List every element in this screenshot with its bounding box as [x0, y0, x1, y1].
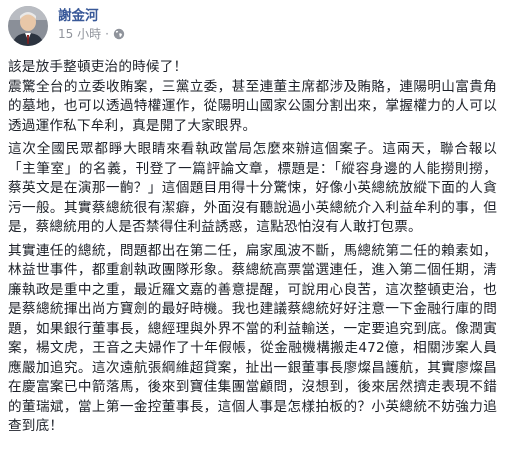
avatar[interactable] — [8, 6, 48, 46]
post-body: 該是放手整頓吏治的時候了！ 震驚全台的立委收賄案，三黨立委，甚至連董主席都涉及賄… — [8, 58, 501, 437]
meta-separator: · — [105, 27, 109, 41]
author-name[interactable]: 謝金河 — [58, 6, 125, 26]
timestamp-row: 15 小時 · — [58, 26, 125, 42]
post-header: 謝金河 15 小時 · — [8, 4, 501, 58]
post-meta: 謝金河 15 小時 · — [58, 4, 125, 42]
post-paragraph-3: 其實連任的總統，問題都出在第二任，扁家風波不斷，馬總統第二任的賴素如，林益世事件… — [8, 242, 497, 435]
globe-icon[interactable] — [113, 28, 125, 40]
post-paragraph-2: 這次全國民眾都睜大眼睛來看執政當局怎麼來辦這個案子。這兩天，聯合報以「主筆室」的… — [8, 141, 497, 235]
avatar-image — [8, 6, 48, 46]
facebook-post: 謝金河 15 小時 · 該是放手整頓吏治的時候了！ 震驚全台的立委收賄案，三黨立… — [0, 0, 509, 464]
post-paragraph-1: 震驚全台的立委收賄案，三黨立委，甚至連董主席都涉及賄賂，連陽明山富貴角的墓地，也… — [8, 78, 497, 134]
post-timestamp[interactable]: 15 小時 — [58, 26, 101, 42]
post-headline: 該是放手整頓吏治的時候了！ — [8, 59, 188, 75]
